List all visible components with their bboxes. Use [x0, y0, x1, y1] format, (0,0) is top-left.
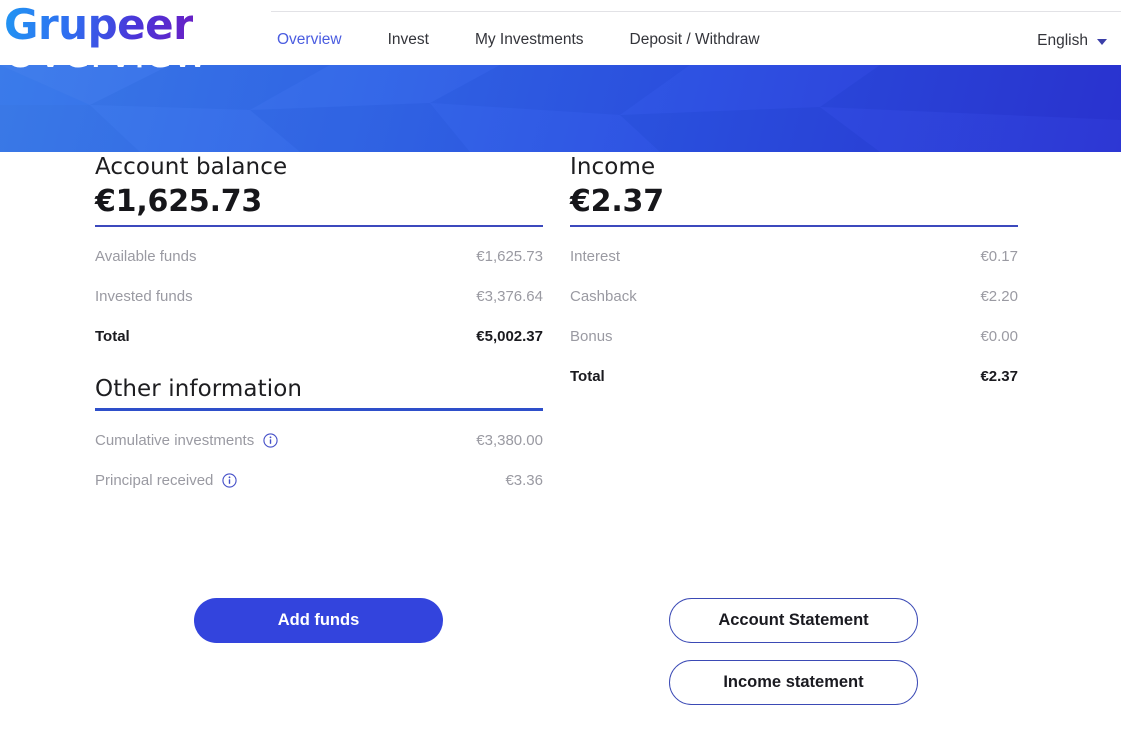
account-statement-button[interactable]: Account Statement — [669, 598, 918, 643]
table-row: Total €5,002.37 — [95, 316, 543, 356]
principal-received-text: Principal received — [95, 471, 214, 489]
bonus-value: €0.00 — [980, 327, 1018, 345]
income-amount: €2.37 — [570, 184, 664, 219]
site-header: Grupeer Overview Invest My Investments D… — [0, 0, 1121, 65]
other-information-rows: Cumulative investments €3,380.00 Princip… — [95, 420, 543, 500]
interest-value: €0.17 — [980, 247, 1018, 265]
account-balance-total-label: Total — [95, 327, 130, 345]
interest-label: Interest — [570, 247, 621, 265]
table-row: Invested funds €3,376.64 — [95, 276, 543, 316]
income-rows: Interest €0.17 Cashback €2.20 Bonus €0.0… — [570, 236, 1018, 396]
bonus-label: Bonus — [570, 327, 613, 345]
nav-item-my-investments[interactable]: My Investments — [475, 29, 584, 51]
income-total-value: €2.37 — [980, 367, 1018, 385]
nav-item-overview[interactable]: Overview — [277, 29, 342, 51]
cumulative-investments-text: Cumulative investments — [95, 431, 255, 449]
principal-received-value: €3.36 — [505, 471, 543, 489]
page-banner: Overview — [0, 65, 1121, 152]
account-balance-total-value: €5,002.37 — [476, 327, 543, 345]
account-balance-divider — [95, 225, 543, 227]
info-icon[interactable] — [263, 432, 278, 448]
table-row: Total €2.37 — [570, 356, 1018, 396]
info-icon[interactable] — [222, 472, 238, 488]
other-information-divider — [95, 408, 543, 411]
other-information-heading: Other information — [95, 376, 303, 402]
available-funds-value: €1,625.73 — [476, 247, 543, 265]
account-balance-rows: Available funds €1,625.73 Invested funds… — [95, 236, 543, 356]
income-total-label: Total — [570, 367, 605, 385]
table-row: Cumulative investments €3,380.00 — [95, 420, 543, 460]
invested-funds-value: €3,376.64 — [476, 287, 543, 305]
table-row: Cashback €2.20 — [570, 276, 1018, 316]
principal-received-label: Principal received — [95, 471, 238, 489]
nav-item-deposit-withdraw[interactable]: Deposit / Withdraw — [630, 29, 760, 51]
table-row: Bonus €0.00 — [570, 316, 1018, 356]
header-divider — [271, 11, 1121, 12]
table-row: Interest €0.17 — [570, 236, 1018, 276]
income-heading: Income — [570, 154, 656, 180]
language-selector[interactable]: English — [1037, 30, 1107, 51]
table-row: Principal received €3.36 — [95, 460, 543, 500]
nav-item-invest[interactable]: Invest — [388, 29, 429, 51]
income-divider — [570, 225, 1018, 227]
income-statement-button[interactable]: Income statement — [669, 660, 918, 705]
chevron-down-icon — [1097, 38, 1107, 45]
main-navigation: Overview Invest My Investments Deposit /… — [277, 29, 760, 51]
cumulative-investments-value: €3,380.00 — [476, 431, 543, 449]
page-title: Overview — [3, 65, 208, 79]
available-funds-label: Available funds — [95, 247, 197, 265]
brand-logo[interactable]: Grupeer — [4, 2, 194, 48]
account-balance-amount: €1,625.73 — [95, 184, 263, 219]
account-balance-column: Account balance €1,625.73 Available fund… — [95, 152, 543, 500]
cashback-value: €2.20 — [980, 287, 1018, 305]
invested-funds-label: Invested funds — [95, 287, 193, 305]
income-column: Income €2.37 Interest €0.17 Cashback €2.… — [570, 152, 1018, 396]
add-funds-button[interactable]: Add funds — [194, 598, 443, 643]
table-row: Available funds €1,625.73 — [95, 236, 543, 276]
cashback-label: Cashback — [570, 287, 637, 305]
cumulative-investments-label: Cumulative investments — [95, 432, 278, 449]
account-balance-heading: Account balance — [95, 154, 288, 180]
page-root: Grupeer Overview Invest My Investments D… — [0, 0, 1121, 736]
page-content: Account balance €1,625.73 Available fund… — [0, 152, 1121, 736]
language-label: English — [1037, 32, 1088, 49]
